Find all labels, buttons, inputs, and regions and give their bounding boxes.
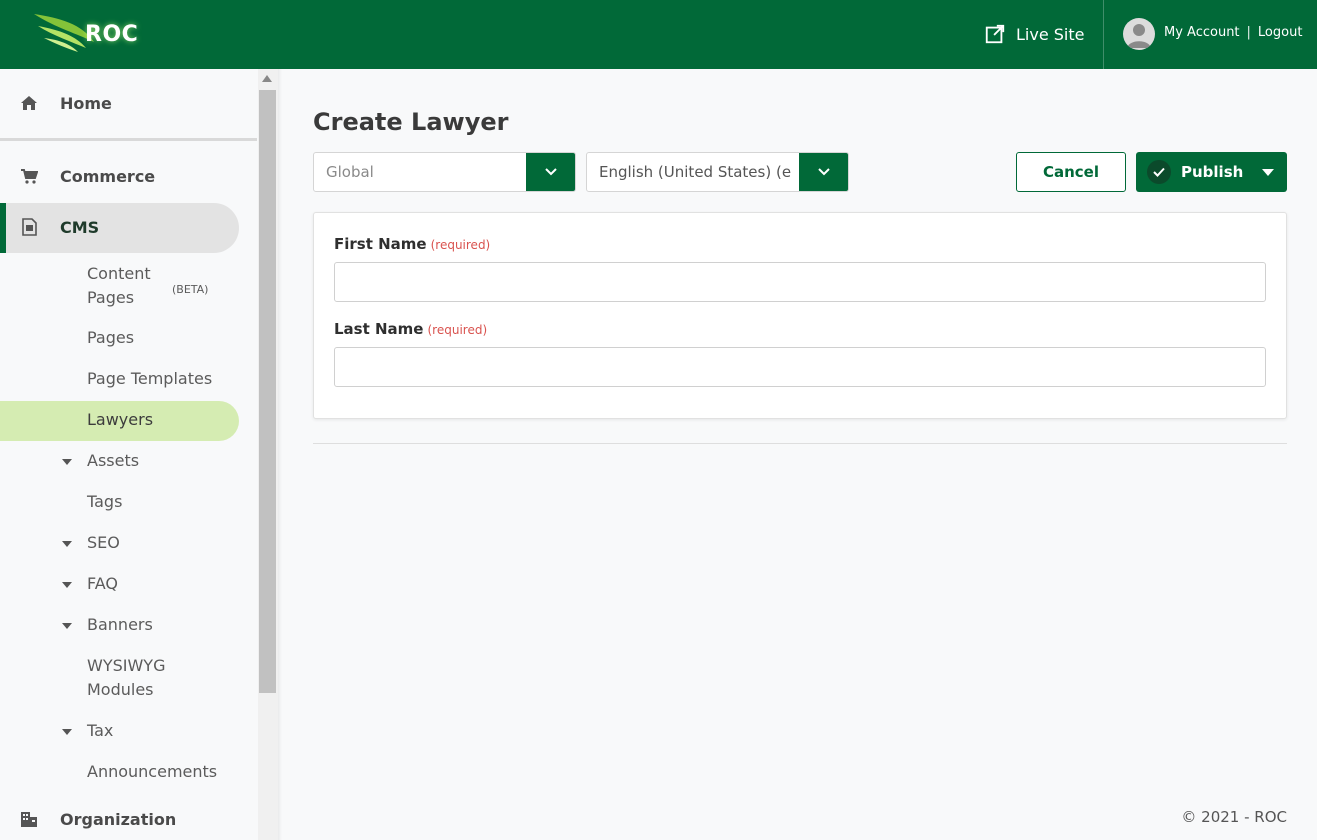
live-site-link[interactable]: Live Site — [984, 20, 1084, 48]
sidebar-subitem-assets[interactable]: Assets — [87, 449, 139, 473]
last-name-label: Last Name (required) — [334, 320, 487, 338]
language-select-toggle[interactable] — [799, 153, 848, 191]
last-name-label-text: Last Name — [334, 320, 424, 338]
cart-icon — [20, 167, 38, 185]
scroll-up-arrow-icon[interactable] — [262, 75, 272, 82]
sidebar-item-home[interactable]: Home — [0, 80, 258, 126]
account-separator: | — [1246, 25, 1251, 40]
chevron-down-icon — [817, 168, 830, 176]
publish-label: Publish — [1181, 163, 1244, 181]
page-title: Create Lawyer — [313, 108, 509, 136]
cancel-button[interactable]: Cancel — [1016, 152, 1126, 192]
sidebar-item-label: Organization — [60, 809, 177, 829]
sidebar-subitem-faq[interactable]: FAQ — [87, 572, 118, 596]
building-icon — [20, 810, 38, 828]
sidebar-item-cms[interactable]: CMS — [0, 204, 258, 250]
cms-document-icon — [20, 218, 38, 236]
chevron-down-icon — [544, 168, 557, 176]
last-name-field[interactable] — [334, 347, 1266, 387]
content-edge-shadow — [278, 69, 282, 840]
content-pages-label: Content Pages — [87, 264, 151, 307]
required-marker: (required) — [430, 238, 491, 252]
home-icon — [20, 94, 38, 112]
sidebar-subitem-wysiwyg-modules[interactable]: WYSIWYG Modules — [87, 654, 197, 702]
required-marker: (required) — [427, 323, 488, 337]
sidebar-subitem-pages[interactable]: Pages — [87, 326, 134, 350]
sidebar-subitem-page-templates[interactable]: Page Templates — [87, 367, 212, 391]
expand-caret-icon[interactable] — [62, 582, 72, 588]
sidebar-subitem-seo[interactable]: SEO — [87, 531, 120, 555]
home-separator — [0, 138, 257, 141]
sidebar-subitem-content-pages[interactable]: Content Pages — [87, 262, 177, 310]
check-icon — [1147, 160, 1171, 184]
first-name-field[interactable] — [334, 262, 1266, 302]
beta-badge: (BETA) — [172, 283, 209, 296]
expand-caret-icon[interactable] — [62, 459, 72, 465]
language-select[interactable]: English (United States) (e — [586, 152, 849, 192]
store-select[interactable]: Global — [313, 152, 576, 192]
first-name-label-text: First Name — [334, 235, 427, 253]
sidebar-item-organization[interactable]: Organization — [0, 796, 258, 840]
sidebar-item-label: CMS — [60, 217, 100, 237]
header-divider — [1103, 0, 1104, 69]
expand-caret-icon[interactable] — [62, 541, 72, 547]
store-select-value: Global — [326, 163, 374, 181]
sidebar-subitem-banners[interactable]: Banners — [87, 613, 153, 637]
top-navigation-bar: ROC Live Site My Account | Logout — [0, 0, 1317, 69]
logout-link[interactable]: Logout — [1258, 25, 1303, 40]
sidebar-subitem-announcements[interactable]: Announcements — [87, 760, 217, 784]
external-link-icon — [985, 24, 1005, 44]
live-site-label: Live Site — [1016, 24, 1085, 44]
sidebar-subitem-tags[interactable]: Tags — [87, 490, 122, 514]
language-select-value: English (United States) (e — [599, 163, 792, 181]
publish-dropdown-caret-icon[interactable] — [1262, 169, 1274, 176]
sidebar-subitem-tax[interactable]: Tax — [87, 719, 113, 743]
logo-text: ROC — [85, 22, 139, 47]
first-name-label: First Name (required) — [334, 235, 490, 253]
sidebar-item-label: Home — [60, 93, 112, 113]
expand-caret-icon[interactable] — [62, 729, 72, 735]
publish-button[interactable]: Publish — [1136, 152, 1287, 192]
expand-caret-icon[interactable] — [62, 623, 72, 629]
sidebar-scrollbar[interactable] — [258, 69, 278, 840]
user-avatar-icon[interactable] — [1123, 18, 1155, 50]
store-select-toggle[interactable] — [526, 153, 575, 191]
sidebar-item-label: Commerce — [60, 166, 156, 186]
sidebar-item-commerce[interactable]: Commerce — [0, 153, 258, 199]
footer-copyright: © 2021 - ROC — [1181, 808, 1287, 826]
my-account-link[interactable]: My Account — [1164, 25, 1240, 40]
scrollbar-thumb[interactable] — [259, 90, 276, 693]
content-divider — [313, 443, 1287, 444]
sidebar-subitem-lawyers[interactable]: Lawyers — [87, 408, 153, 432]
